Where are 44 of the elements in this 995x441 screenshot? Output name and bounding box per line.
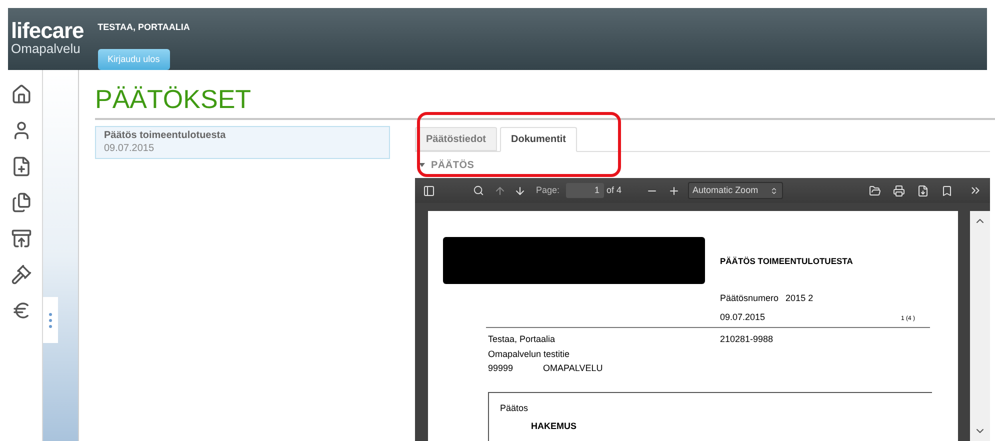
decision-title: Päätös toimeentulotuesta [104, 130, 227, 142]
box-title: Päätos [500, 402, 530, 414]
sidebar-toggle-icon[interactable] [423, 184, 435, 196]
decision-number-label: Päätösnumero [720, 292, 779, 305]
euro-icon[interactable] [10, 300, 32, 321]
select-arrows-icon [770, 186, 778, 194]
bookmark-icon[interactable] [941, 184, 953, 196]
search-icon[interactable] [473, 185, 484, 196]
zoom-in-icon[interactable] [668, 184, 680, 196]
recipient-line: Omapalvelun testitie [488, 348, 571, 361]
zoom-select[interactable]: Automatic Zoom [688, 182, 783, 199]
section-title: PÄÄTÖS [431, 158, 474, 172]
page-field[interactable]: 1 [566, 183, 604, 198]
arrow-up-icon[interactable] [494, 184, 506, 196]
decision-number: 2015 2 [786, 292, 814, 305]
document-heading: PÄÄTÖS TOIMEENTULOTUESTA [720, 255, 853, 268]
tab[interactable]: Päätöstiedot [415, 127, 498, 151]
person-id: 210281-9988 [720, 333, 774, 346]
more-tools-icon[interactable] [969, 184, 982, 197]
open-file-icon[interactable] [869, 184, 881, 196]
inbox-icon[interactable] [10, 228, 32, 249]
decision-date: 09.07.2015 [104, 142, 156, 155]
arrow-down-icon[interactable] [514, 184, 526, 196]
box-subtitle: HAKEMUS [531, 420, 578, 433]
page-title: PÄÄTÖKSET [95, 84, 252, 114]
page-count: of 4 [606, 184, 622, 197]
caret-icon[interactable] [419, 163, 425, 167]
file-plus-icon[interactable] [10, 156, 32, 177]
city: OMAPALVELU [543, 362, 603, 375]
user-name: TESTAA, PORTAALIA [98, 21, 190, 34]
more-tab[interactable] [43, 297, 58, 343]
recipient-line: Testaa, Portaalia [488, 333, 556, 346]
document-date: 09.07.2015 [720, 310, 766, 324]
logo-subtitle: Omapalvelu [11, 42, 82, 55]
tab[interactable]: Dokumentit [500, 127, 578, 152]
download-icon[interactable] [917, 184, 929, 196]
files-icon[interactable] [10, 192, 32, 213]
print-icon[interactable] [893, 184, 905, 196]
gavel-icon[interactable] [10, 264, 32, 285]
postal-code: 99999 [488, 362, 514, 375]
decision-item[interactable]: Päätös toimeentulotuesta 09.07.2015 [95, 126, 390, 159]
page-label: Page: [536, 184, 560, 197]
home-icon[interactable] [10, 84, 32, 105]
logo-name: lifecare [11, 20, 84, 42]
